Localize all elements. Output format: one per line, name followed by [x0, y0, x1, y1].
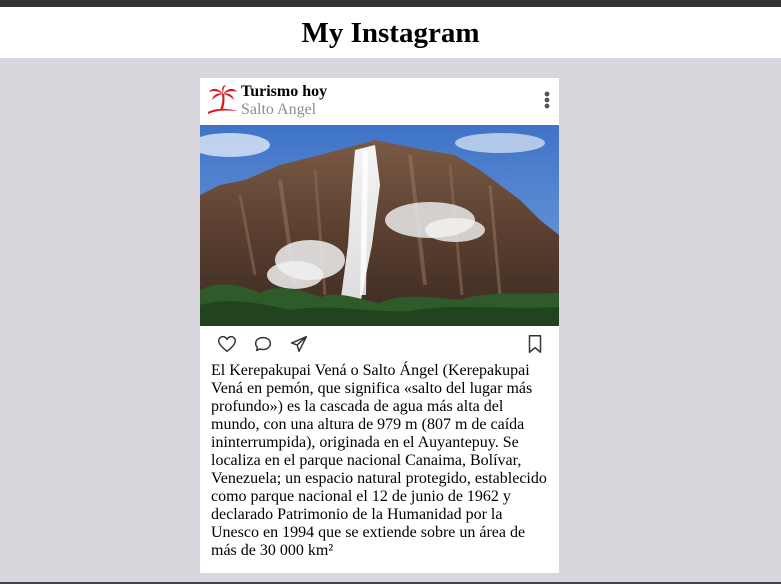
app-title: My Instagram [301, 17, 480, 49]
post-actions [200, 333, 559, 357]
post-photo [200, 125, 559, 326]
account-name[interactable]: Turismo hoy [241, 83, 327, 101]
palm-tree-logo-icon[interactable] [207, 84, 239, 116]
app-header: My Instagram [0, 7, 781, 58]
post-location[interactable]: Salto Angel [241, 101, 316, 119]
more-vertical-icon[interactable] [540, 90, 554, 110]
send-icon[interactable] [288, 333, 310, 355]
bookmark-icon[interactable] [524, 333, 546, 355]
post-caption: El Kerepakupai Vená o Salto Ángel (Kerep… [211, 362, 547, 559]
post-header: Turismo hoy Salto Angel [200, 78, 559, 125]
heart-icon[interactable] [216, 333, 238, 355]
top-bar [0, 0, 781, 7]
post-card: Turismo hoy Salto Angel El Kerepakupai V… [200, 78, 559, 573]
comment-icon[interactable] [252, 333, 274, 355]
waterfall-photo [200, 125, 559, 326]
